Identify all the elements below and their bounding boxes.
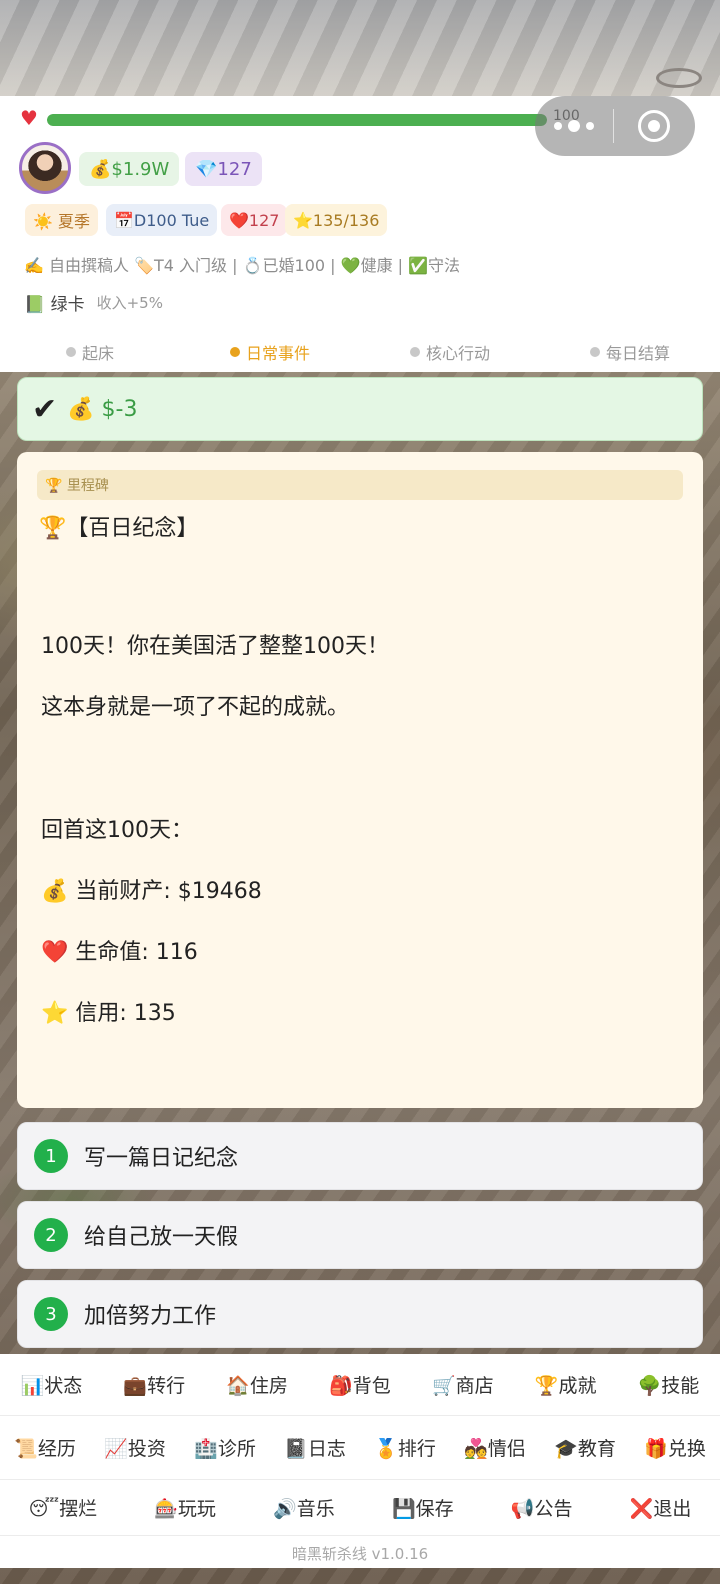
season-chip: ☀️ 夏季 (25, 204, 99, 236)
choice-number: 1 (34, 1139, 68, 1173)
nav-education[interactable]: 🎓教育 (554, 1434, 616, 1461)
event-title: 🏆【百日纪念】 (39, 516, 199, 541)
step-label: 核心行动 (425, 344, 490, 363)
choice-label: 给自己放一天假 (84, 1225, 239, 1250)
step-dot-icon (409, 347, 420, 357)
step-dot-icon (229, 347, 240, 357)
event-card: 🏆 里程碑 🏆【百日纪念】 100天！你在美国活了整整100天！ 这本身就是一项… (17, 452, 703, 1108)
nav-housing[interactable]: 🏠住房 (226, 1371, 288, 1398)
heart-icon: ♥ (20, 106, 38, 130)
green-card-label: 📗 绿卡 (24, 295, 85, 315)
event-tag: 🏆 里程碑 (37, 470, 683, 500)
credit-chip: ⭐135/136 (285, 204, 388, 236)
nav-backpack[interactable]: 🎒背包 (329, 1371, 391, 1398)
nav-log[interactable]: 📓日志 (284, 1434, 346, 1461)
nav-row-1: 📊状态 💼转行 🏠住房 🎒背包 🛒商店 🏆成就 🌳技能 (0, 1354, 720, 1416)
step-wake: 起床 (0, 336, 180, 368)
nav-status[interactable]: 📊状态 (21, 1371, 83, 1398)
more-dot-icon (586, 122, 594, 130)
decor-ring (656, 68, 702, 88)
nav-row-3: 😴摆烂 🎰玩玩 🔊音乐 💾保存 📢公告 ❌退出 (0, 1480, 720, 1536)
gem-badge: 💎127 (185, 152, 262, 186)
day-chip: 📅D100 Tue (106, 204, 218, 236)
close-app-button[interactable] (614, 96, 694, 156)
step-label: 日常事件 (245, 344, 310, 363)
hp-bar-fill (47, 114, 547, 126)
choice-button-3[interactable]: 3 加倍努力工作 (17, 1280, 703, 1348)
nav-music[interactable]: 🔊音乐 (273, 1494, 335, 1521)
nav-slack-off[interactable]: 😴摆烂 (29, 1494, 97, 1521)
nav-achievements[interactable]: 🏆成就 (535, 1371, 597, 1398)
step-daily-settlement: 每日结算 (540, 336, 720, 368)
step-dot-icon (589, 347, 600, 357)
top-illustration (0, 0, 720, 96)
target-icon (638, 110, 670, 142)
health-chip: ❤️127 (221, 204, 288, 236)
result-banner: ✔ 💰 $-3 (17, 377, 703, 441)
choice-number: 2 (34, 1218, 68, 1252)
bottom-navigation: 📊状态 💼转行 🏠住房 🎒背包 🛒商店 🏆成就 🌳技能 📜经历 📈投资 🏥诊所 … (0, 1354, 720, 1568)
more-dot-icon (568, 120, 580, 132)
step-daily-event: 日常事件 (180, 336, 360, 368)
nav-redeem[interactable]: 🎁兑换 (644, 1434, 706, 1461)
more-dot-icon (554, 122, 562, 130)
step-core-action: 核心行动 (360, 336, 540, 368)
nav-career-change[interactable]: 💼转行 (123, 1371, 185, 1398)
nav-row-2: 📜经历 📈投资 🏥诊所 📓日志 🏅排行 💑情侣 🎓教育 🎁兑换 (0, 1416, 720, 1480)
event-text-line: 这本身就是一项了不起的成就。 (41, 695, 350, 720)
character-info: ✍️ 自由撰稿人 🏷️T4 入门级 | 💍已婚100 | 💚健康 | ✅守法 (24, 256, 461, 275)
event-text-line: 回首这100天： (41, 818, 193, 843)
avatar[interactable] (19, 142, 71, 194)
nav-shop[interactable]: 🛒商店 (432, 1371, 494, 1398)
nav-clinic[interactable]: 🏥诊所 (194, 1434, 256, 1461)
mini-program-capsule (535, 96, 695, 156)
event-text-line: ❤️ 生命值: 116 (41, 940, 198, 965)
result-text: 💰 $-3 (67, 396, 138, 422)
nav-announcement[interactable]: 📢公告 (511, 1494, 573, 1521)
event-text-line: ⭐ 信用: 135 (41, 1001, 176, 1026)
day-phase-steps: 起床 日常事件 核心行动 每日结算 (0, 336, 720, 368)
nav-save[interactable]: 💾保存 (392, 1494, 454, 1521)
event-text-line: 100天！你在美国活了整整100天！ (41, 634, 389, 659)
hp-bar (47, 114, 547, 126)
choice-button-1[interactable]: 1 写一篇日记纪念 (17, 1122, 703, 1190)
event-text-line: 💰 当前财产: $19468 (41, 879, 262, 904)
green-card-row: 📗 绿卡 收入+5% (24, 290, 163, 315)
nav-play[interactable]: 🎰玩玩 (154, 1494, 216, 1521)
choice-button-2[interactable]: 2 给自己放一天假 (17, 1201, 703, 1269)
money-badge: 💰$1.9W (79, 152, 180, 186)
more-menu-button[interactable] (535, 96, 613, 156)
nav-exit[interactable]: ❌退出 (630, 1494, 692, 1521)
step-label: 每日结算 (605, 344, 670, 363)
choice-label: 加倍努力工作 (84, 1304, 217, 1329)
nav-history[interactable]: 📜经历 (14, 1434, 76, 1461)
step-label: 起床 (81, 344, 114, 363)
version-label: 暗黑斩杀线 v1.0.16 (291, 1544, 429, 1563)
status-header: ♥ 100 💰$1.9W 💎127 ☀️ 夏季 📅D100 Tue ❤️127 … (0, 96, 720, 372)
nav-partner[interactable]: 💑情侣 (464, 1434, 526, 1461)
choice-label: 写一篇日记纪念 (84, 1146, 239, 1171)
choice-number: 3 (34, 1297, 68, 1331)
nav-ranking[interactable]: 🏅排行 (374, 1434, 436, 1461)
nav-skills[interactable]: 🌳技能 (638, 1371, 700, 1398)
nav-invest[interactable]: 📈投资 (104, 1434, 166, 1461)
check-icon: ✔ (32, 391, 58, 427)
step-dot-icon (65, 347, 76, 357)
green-card-bonus: 收入+5% (96, 294, 163, 312)
